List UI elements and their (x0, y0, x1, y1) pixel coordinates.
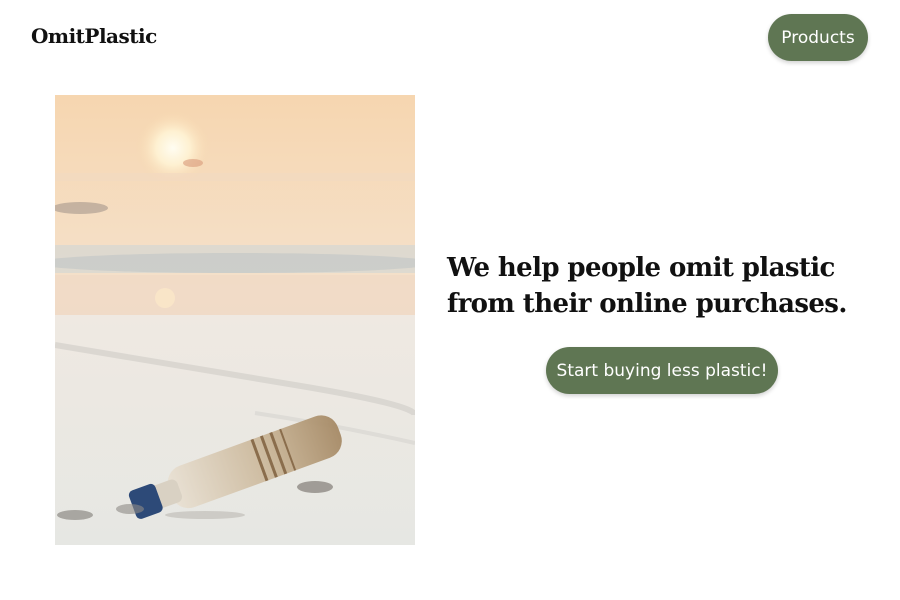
start-buying-button[interactable]: Start buying less plastic! (546, 347, 778, 394)
products-button[interactable]: Products (768, 14, 868, 61)
hero-headline: We help people omit plastic from their o… (447, 250, 867, 322)
brand-logo[interactable]: OmitPlastic (31, 24, 157, 48)
headline-line-1: We help people omit plastic (447, 253, 835, 283)
headline-line-2: from their online purchases. (447, 289, 847, 319)
page: OmitPlastic Products We help people omit… (0, 0, 900, 600)
hero-image (55, 95, 415, 545)
beach-plastic-bottle-image (55, 95, 415, 545)
